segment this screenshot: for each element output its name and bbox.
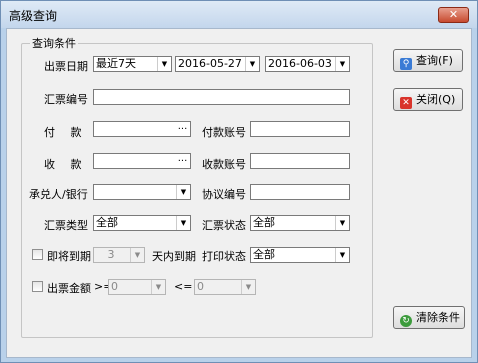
payer-browse-button[interactable]: ... bbox=[175, 122, 190, 136]
amount-label: 出票金额 bbox=[47, 282, 91, 295]
chevron-down-icon: ▼ bbox=[130, 248, 144, 262]
bill-status-select[interactable]: 全部 ▼ bbox=[250, 215, 350, 231]
expiring-checkbox[interactable] bbox=[32, 249, 43, 260]
date-from-picker[interactable]: 2016-05-27 ▼ bbox=[175, 56, 260, 72]
query-button-label: 查询(F) bbox=[416, 54, 453, 67]
print-status-label: 打印状态 bbox=[202, 250, 246, 263]
bill-no-label: 汇票编号 bbox=[44, 93, 88, 106]
title-bar[interactable]: 高级查询 ✕ bbox=[1, 1, 477, 28]
acceptor-select[interactable]: ▼ bbox=[93, 184, 191, 200]
advanced-query-window: 高级查询 ✕ 查询条件 出票日期 最近7天 ▼ 2016-05-27 ▼ 201… bbox=[0, 0, 478, 363]
expiring-days-value: 3 bbox=[107, 248, 115, 261]
chevron-down-icon: ▼ bbox=[241, 280, 255, 294]
agreement-no-label: 协议编号 bbox=[202, 188, 246, 201]
bill-no-input[interactable] bbox=[93, 89, 350, 105]
bill-type-value: 全部 bbox=[96, 216, 118, 229]
expiring-days-select[interactable]: 3 ▼ bbox=[93, 247, 145, 263]
window-title: 高级查询 bbox=[9, 9, 58, 23]
days-suffix-label: 天内到期 bbox=[152, 250, 196, 263]
date-to-picker[interactable]: 2016-06-03 ▼ bbox=[265, 56, 350, 72]
payer-input[interactable]: ... bbox=[93, 121, 191, 137]
clear-conditions-button[interactable]: ↻ 清除条件 bbox=[393, 306, 465, 329]
close-button[interactable]: ✕ 关闭(Q) bbox=[393, 88, 463, 111]
payee-input[interactable]: ... bbox=[93, 153, 191, 169]
date-from-value: 2016-05-27 bbox=[178, 57, 242, 70]
close-icon: ✕ bbox=[400, 97, 412, 109]
window-close-button[interactable]: ✕ bbox=[438, 7, 469, 23]
chevron-down-icon: ▼ bbox=[335, 57, 349, 71]
payer-account-input[interactable] bbox=[250, 121, 350, 137]
print-status-value: 全部 bbox=[253, 248, 275, 261]
amount-checkbox[interactable] bbox=[32, 281, 43, 292]
agreement-no-input[interactable] bbox=[250, 184, 350, 200]
acceptor-label: 承兑人/银行 bbox=[29, 188, 88, 201]
chevron-down-icon: ▼ bbox=[335, 216, 349, 230]
amount-min-select[interactable]: 0 ▼ bbox=[108, 279, 166, 295]
chevron-down-icon: ▼ bbox=[245, 57, 259, 71]
date-range-value: 最近7天 bbox=[96, 57, 136, 70]
expiring-label: 即将到期 bbox=[47, 250, 91, 263]
chevron-down-icon: ▼ bbox=[151, 280, 165, 294]
bill-type-label: 汇票类型 bbox=[44, 219, 88, 232]
date-to-value: 2016-06-03 bbox=[268, 57, 332, 70]
query-button[interactable]: ⚲ 查询(F) bbox=[393, 49, 463, 72]
issue-date-label: 出票日期 bbox=[44, 60, 88, 73]
payer-account-label: 付款账号 bbox=[202, 126, 246, 139]
payee-account-label: 收款账号 bbox=[202, 158, 246, 171]
date-range-select[interactable]: 最近7天 ▼ bbox=[93, 56, 172, 72]
refresh-icon: ↻ bbox=[400, 315, 412, 327]
search-icon: ⚲ bbox=[400, 58, 412, 70]
amount-min-value: 0 bbox=[111, 280, 118, 293]
amount-max-value: 0 bbox=[197, 280, 204, 293]
print-status-select[interactable]: 全部 ▼ bbox=[250, 247, 350, 263]
payee-account-input[interactable] bbox=[250, 153, 350, 169]
bill-status-value: 全部 bbox=[253, 216, 275, 229]
lte-label: <= bbox=[174, 280, 193, 293]
chevron-down-icon: ▼ bbox=[335, 248, 349, 262]
amount-max-select[interactable]: 0 ▼ bbox=[194, 279, 256, 295]
bill-type-select[interactable]: 全部 ▼ bbox=[93, 215, 191, 231]
chevron-down-icon: ▼ bbox=[157, 57, 171, 71]
close-button-label: 关闭(Q) bbox=[416, 93, 456, 106]
clear-button-label: 清除条件 bbox=[416, 311, 460, 324]
group-title: 查询条件 bbox=[32, 37, 76, 50]
dialog-body: 查询条件 出票日期 最近7天 ▼ 2016-05-27 ▼ 2016-06-03… bbox=[6, 28, 472, 358]
bill-status-label: 汇票状态 bbox=[202, 219, 246, 232]
chevron-down-icon: ▼ bbox=[176, 185, 190, 199]
chevron-down-icon: ▼ bbox=[176, 216, 190, 230]
payee-browse-button[interactable]: ... bbox=[175, 154, 190, 168]
